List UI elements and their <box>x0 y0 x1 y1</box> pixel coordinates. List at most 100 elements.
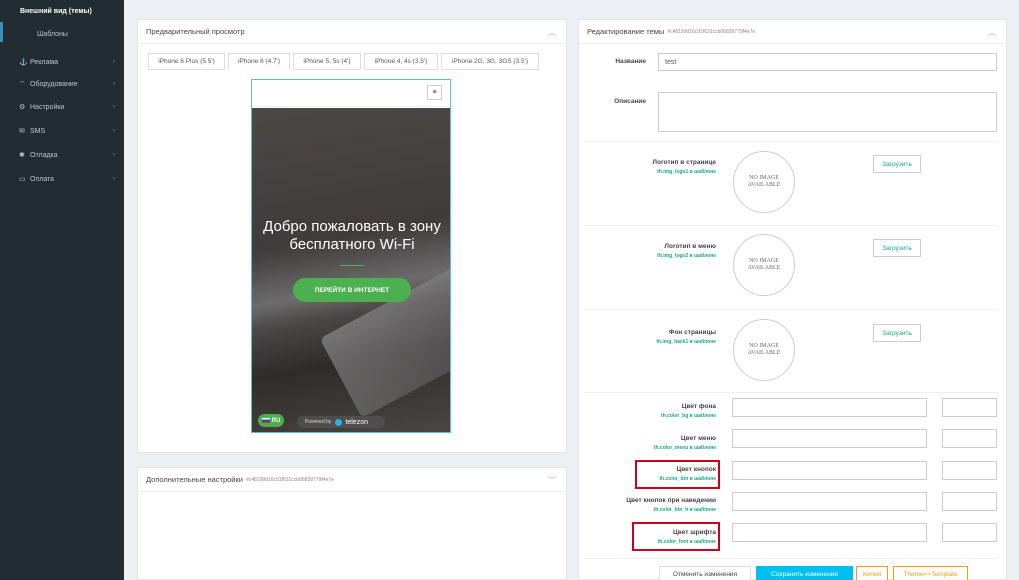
logo-menu-variable: th.img_logo2 в шаблоне <box>657 253 716 259</box>
color-font-label-text: Цвет шрифта <box>673 529 716 536</box>
sidebar: Внешний вид (темы) Шаблоны ⚓ Реклама ‹ ⌔… <box>0 0 124 580</box>
logo-page-placeholder: NO IMAGE AVAILABLE <box>733 151 795 213</box>
theme-editor-header: Редактирование темы #c48199d16c91f631ccb… <box>579 20 1006 44</box>
divider <box>340 265 364 266</box>
color-bg-swatch[interactable] <box>942 398 997 417</box>
tab-iphone-4[interactable]: iPhone 4, 4s (3.5') <box>364 53 438 70</box>
theme-id: #c48199d16c91f631ccb06839779f4e7e <box>667 28 756 35</box>
sidebar-item-templates[interactable]: Шаблоны <box>37 31 68 38</box>
telezon-brand: telezon <box>345 418 368 426</box>
wifi-icon: ⌔ <box>19 80 26 88</box>
chevron-left-icon: ‹ <box>113 81 115 87</box>
logo-page-label-text: Логотип в странице <box>652 159 716 166</box>
copy-button[interactable]: Копия <box>856 566 888 580</box>
logo-menu-label: Логотип в меню th.img_logo2 в шаблоне <box>584 243 716 259</box>
sidebar-submenu-appearance[interactable]: Внешний вид (темы) <box>20 8 92 15</box>
sidebar-item-settings[interactable]: ⚙ Настройки ‹ <box>0 97 124 117</box>
credit-card-icon: ▭ <box>19 176 26 183</box>
tab-iphone-6[interactable]: iPhone 6 (4.7') <box>228 53 290 70</box>
gears-icon: ⚙ <box>19 104 26 111</box>
upload-logo-menu-button[interactable]: Загрузить <box>873 239 921 257</box>
color-menu-variable: th.color_menu в шаблоне <box>653 445 716 451</box>
logo-menu-placeholder: NO IMAGE AVAILABLE <box>733 234 795 296</box>
theme-to-template-button[interactable]: Theme=>Template <box>893 566 968 580</box>
chevron-left-icon: ‹ <box>113 59 115 65</box>
active-indicator <box>0 22 3 42</box>
phone-header: ≡ <box>252 80 450 107</box>
color-bg-input[interactable] <box>732 398 927 417</box>
logo-menu-label-text: Логотип в меню <box>664 243 716 250</box>
bug-icon: ✱ <box>19 152 25 159</box>
telezon-logo-icon <box>335 418 343 426</box>
powered-by-text: Powered by <box>305 419 332 425</box>
upload-background-button[interactable]: Загрузить <box>873 324 921 342</box>
sidebar-item-payment[interactable]: ▭ Оплата ‹ <box>0 169 124 189</box>
color-menu-input[interactable] <box>732 429 927 448</box>
color-btn-hover-label: Цвет кнопок при наведении th.color_btn_h… <box>584 497 716 513</box>
color-font-input[interactable] <box>732 523 927 542</box>
color-btn-label-text: Цвет кнопок <box>676 466 716 473</box>
go-online-button[interactable]: ПЕРЕЙТИ В ИНТЕРНЕТ <box>293 278 411 302</box>
language-label: RU <box>271 417 281 424</box>
extra-settings-panel: Дополнительные настройки #c48199d16c91f6… <box>137 467 567 580</box>
name-label: Название <box>615 58 646 65</box>
extra-settings-id: #c48199d16c91f631ccb06839779f4e7e <box>245 476 334 483</box>
powered-by-badge: Powered by telezon <box>297 416 385 428</box>
name-input[interactable]: test <box>658 53 997 71</box>
color-bg-variable: th.color_bg в шаблоне <box>661 413 716 419</box>
cancel-changes-button[interactable]: Отменить изменения <box>659 566 751 580</box>
sidebar-item-label: Отладка <box>30 151 58 159</box>
color-font-variable: th.color_font в шаблоне <box>657 539 716 545</box>
sidebar-item-debug[interactable]: ✱ Отладка ‹ <box>0 145 124 165</box>
extra-settings-header: Дополнительные настройки #c48199d16c91f6… <box>138 468 566 492</box>
russia-flag-icon <box>261 418 270 423</box>
chevron-left-icon: ‹ <box>113 176 115 182</box>
sidebar-item-label: SMS <box>30 127 46 135</box>
page-background-label-text: Фон страницы <box>668 329 716 336</box>
color-menu-label: Цвет меню th.color_menu в шаблоне <box>584 435 716 451</box>
theme-editor-title: Редактирование темы <box>587 27 665 36</box>
tab-iphone-2g[interactable]: iPhone 2G, 3G, 3GS (3.5') <box>441 53 539 70</box>
hamburger-menu-icon[interactable]: ≡ <box>427 85 442 100</box>
preview-panel-header: Предварительный просмотр ︿ <box>138 20 566 44</box>
sidebar-item-equipment[interactable]: ⌔ Оборудование ‹ <box>0 74 124 94</box>
color-btn-hover-variable: th.color_btn_h в шаблоне <box>653 507 716 513</box>
envelope-icon: ✉ <box>19 128 25 135</box>
divider <box>584 392 998 393</box>
description-textarea[interactable] <box>658 92 997 132</box>
divider <box>584 558 998 559</box>
color-btn-swatch[interactable] <box>942 461 997 480</box>
sidebar-item-ads[interactable]: ⚓ Реклама ‹ <box>0 52 124 72</box>
color-btn-hover-input[interactable] <box>732 492 927 511</box>
welcome-text: Добро пожаловать в зону бесплатного Wi-F… <box>263 218 441 253</box>
sidebar-item-sms[interactable]: ✉ SMS ‹ <box>0 121 124 141</box>
sidebar-item-label: Оплата <box>30 175 55 183</box>
sidebar-item-label: Реклама <box>30 58 59 66</box>
sidebar-item-label: Оборудование <box>30 80 78 88</box>
logo-page-variable: th.img_logo1 в шаблоне <box>657 169 716 175</box>
save-changes-button[interactable]: Сохранить изменения <box>756 566 853 580</box>
color-font-swatch[interactable] <box>942 523 997 542</box>
page-background-label: Фон страницы th.img_back1 в шаблоне <box>584 329 716 345</box>
extra-settings-title: Дополнительные настройки <box>146 475 243 484</box>
divider <box>584 141 998 142</box>
language-switch[interactable]: RU <box>258 414 284 427</box>
divider <box>584 225 998 226</box>
page-background-placeholder: NO IMAGE AVAILABLE <box>733 319 795 381</box>
color-menu-swatch[interactable] <box>942 429 997 448</box>
color-btn-hover-swatch[interactable] <box>942 492 997 511</box>
color-btn-label: Цвет кнопок th.color_btn в шаблоне <box>584 466 716 482</box>
description-label: Описание <box>614 98 646 105</box>
chevron-up-icon[interactable]: ︿ <box>548 27 556 38</box>
chevron-up-icon[interactable]: ︿ <box>988 27 996 38</box>
color-btn-input[interactable] <box>732 461 927 480</box>
chevron-down-icon[interactable]: ﹀ <box>548 475 556 486</box>
color-btn-variable: th.color_btn в шаблоне <box>659 476 716 482</box>
chevron-left-icon: ‹ <box>113 104 115 110</box>
upload-logo-page-button[interactable]: Загрузить <box>873 155 921 173</box>
phone-background: Добро пожаловать в зону бесплатного Wi-F… <box>252 108 450 432</box>
divider <box>584 309 998 310</box>
color-bg-label: Цвет фона th.color_bg в шаблоне <box>584 403 716 419</box>
tab-iphone-6-plus[interactable]: iPhone 6 Plus (5.5') <box>148 53 225 70</box>
tab-iphone-5[interactable]: iPhone 5, 5s (4') <box>293 53 361 70</box>
